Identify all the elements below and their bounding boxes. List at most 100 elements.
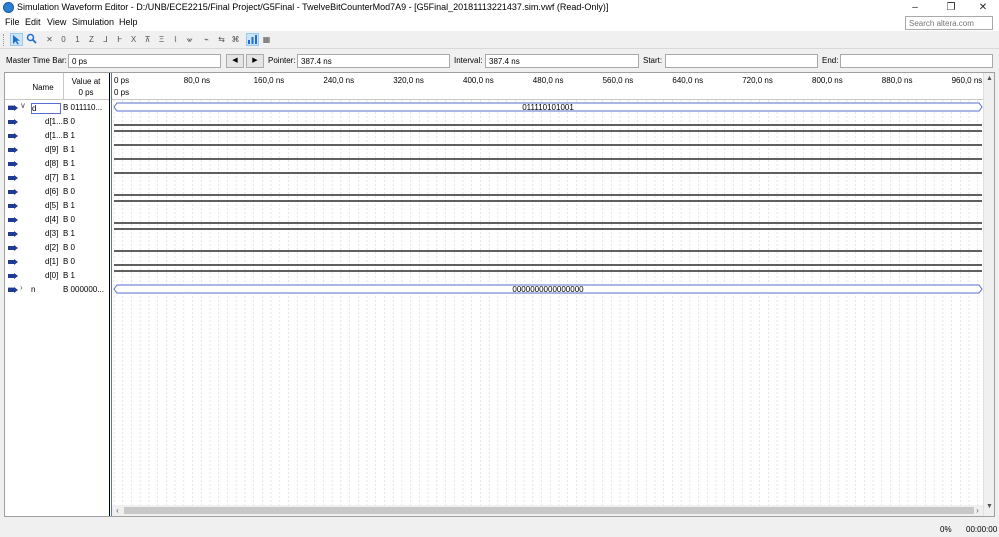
close-button[interactable]: ✕ — [968, 0, 998, 15]
signal-row[interactable]: d[9] B 1 — [5, 143, 109, 157]
signal-row[interactable]: d[1] B 0 — [5, 255, 109, 269]
ruler-tick-label: 160,0 ns — [253, 76, 285, 85]
random-icon[interactable]: ⩖ — [183, 33, 196, 46]
master-time-bar-field[interactable] — [68, 54, 221, 68]
scroll-down-arrow[interactable]: ▼ — [984, 503, 995, 513]
expand-toggle-icon[interactable]: ∨ — [20, 101, 28, 110]
waveform-x-icon[interactable]: ✕ — [43, 33, 56, 46]
search-input[interactable] — [905, 16, 993, 30]
waveform-dc-icon[interactable]: X — [127, 33, 140, 46]
ruler-tick-label: 640,0 ns — [672, 76, 704, 85]
minimize-button[interactable]: – — [900, 0, 930, 15]
signal-row[interactable]: d[1... B 0 — [5, 115, 109, 129]
horizontal-scroll-thumb[interactable] — [124, 507, 974, 514]
signal-value: B 1 — [63, 159, 76, 168]
signal-name: d[0] — [45, 271, 59, 280]
signal-name: d[1... — [45, 117, 63, 126]
signal-row[interactable]: d[4] B 0 — [5, 213, 109, 227]
zoom-icon[interactable] — [25, 33, 38, 46]
signal-row[interactable]: ∨ d B 011110... — [5, 101, 109, 115]
pointer-icon[interactable] — [10, 33, 23, 46]
scroll-up-arrow[interactable]: ▲ — [984, 75, 995, 85]
interval-label: Interval: — [454, 56, 483, 65]
ruler-tick-label: 80,0 ns — [183, 76, 211, 85]
maximize-button[interactable]: ❐ — [936, 0, 966, 15]
pane-splitter[interactable] — [109, 73, 110, 516]
status-bar: 0% 00:00:00 — [0, 520, 999, 537]
waveform-l-icon[interactable]: ⅃ — [99, 33, 112, 46]
bus-icon[interactable] — [246, 33, 259, 46]
signal-row[interactable]: d[8] B 1 — [5, 157, 109, 171]
menu-file[interactable]: File — [5, 17, 20, 27]
arbitrary-icon[interactable]: ⌁ — [200, 33, 213, 46]
signal-name: d[8] — [45, 159, 59, 168]
expand-toggle-icon[interactable]: › — [20, 283, 28, 292]
waveform-area[interactable]: 0 ps 80,0 ns 160,0 ns 240,0 ns 320,0 ns 400,0… — [112, 73, 983, 516]
signal-name: d[1] — [45, 257, 59, 266]
waveform-canvas[interactable]: 011110101001 0000000000000000 — [112, 100, 983, 505]
signal-value: B 1 — [63, 271, 76, 280]
ruler-tick-label: 400,0 ns — [463, 76, 494, 85]
clock-icon[interactable]: ⌇ — [169, 33, 182, 46]
end-field[interactable] — [840, 54, 993, 68]
waveform-h-icon[interactable]: Ⱶ — [113, 33, 126, 46]
ruler-tick-label: 880,0 ns — [881, 76, 913, 85]
snap-icon[interactable]: ⇆ — [215, 33, 228, 46]
signal-name: d[5] — [45, 201, 59, 210]
invert-icon[interactable]: ⊼ — [141, 33, 154, 46]
end-label: End: — [822, 56, 839, 65]
signal-value: B 0 — [63, 243, 76, 252]
start-field[interactable] — [665, 54, 818, 68]
input-pin-icon — [8, 259, 18, 265]
toolbar: ✕ 0 1 Z ⅃ Ⱶ X ⊼ Ξ ⌇ ⩖ ⌁ ⇆ ⌘ ▦ — [0, 31, 999, 49]
signal-name: d[2] — [45, 243, 59, 252]
ruler-tick-label: 960,0 ns — [951, 76, 983, 85]
signal-name: d[4] — [45, 215, 59, 224]
value-column-header[interactable]: Value at — [63, 77, 109, 86]
signal-row[interactable]: › n B 000000... — [5, 283, 109, 297]
signal-row[interactable]: d[7] B 1 — [5, 171, 109, 185]
signal-value: B 1 — [63, 173, 76, 182]
scroll-left-arrow[interactable]: ‹ — [112, 505, 123, 516]
menu-bar: File Edit View Simulation Help — [0, 15, 999, 31]
master-time-bar-label: Master Time Bar: — [6, 56, 67, 65]
ruler-tick-label: 240,0 ns — [323, 76, 355, 85]
ruler-origin-label: 0 ps — [114, 88, 130, 97]
waveform-0-icon[interactable]: 0 — [57, 33, 70, 46]
name-column-header[interactable]: Name — [23, 83, 63, 92]
menu-view[interactable]: View — [47, 17, 66, 27]
overwrite-icon[interactable]: ▦ — [260, 33, 273, 46]
waveform-editor: Name Value at 0 ps ∨ d B 011110... d[1... B … — [4, 72, 995, 517]
scroll-right-arrow[interactable]: › — [972, 505, 983, 516]
signal-value: B 0 — [63, 215, 76, 224]
menu-simulation[interactable]: Simulation — [72, 17, 114, 27]
ruler-tick-label: 720,0 ns — [742, 76, 773, 85]
signal-row[interactable]: d[1... B 1 — [5, 129, 109, 143]
app-icon — [3, 2, 14, 13]
signal-row[interactable]: d[3] B 1 — [5, 227, 109, 241]
bus-value-label: 0000000000000000 — [512, 285, 584, 294]
signal-row[interactable]: d[5] B 1 — [5, 199, 109, 213]
waveform-z-icon[interactable]: Z — [85, 33, 98, 46]
toolbar-grip — [3, 34, 6, 46]
previous-transition-button[interactable]: ◀ — [226, 54, 244, 68]
horizontal-scrollbar[interactable]: ‹ › — [112, 505, 983, 516]
next-transition-button[interactable]: ▶ — [246, 54, 264, 68]
count-value-icon[interactable]: Ξ — [155, 33, 168, 46]
input-pin-icon — [8, 175, 18, 181]
menu-help[interactable]: Help — [119, 17, 138, 27]
signal-row[interactable]: d[6] B 0 — [5, 185, 109, 199]
menu-edit[interactable]: Edit — [25, 17, 41, 27]
signal-value: B 1 — [63, 145, 76, 154]
pointer-field[interactable] — [297, 54, 450, 68]
waveform-1-icon[interactable]: 1 — [71, 33, 84, 46]
vertical-scrollbar[interactable]: ▲ ▼ — [983, 73, 994, 516]
interval-field[interactable] — [485, 54, 639, 68]
signal-row[interactable]: d[2] B 0 — [5, 241, 109, 255]
signal-row[interactable]: d[0] B 1 — [5, 269, 109, 283]
signal-value: B 0 — [63, 257, 76, 266]
signal-table-header: Name Value at 0 ps — [5, 73, 109, 100]
grid-icon[interactable]: ⌘ — [229, 33, 242, 46]
input-pin-icon — [8, 217, 18, 223]
signal-name: d[9] — [45, 145, 59, 154]
